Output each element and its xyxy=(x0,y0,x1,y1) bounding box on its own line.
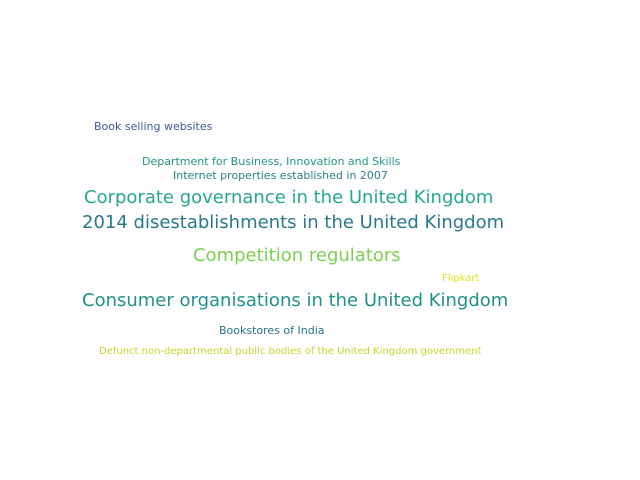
word-consumer-organisations: Consumer organisations in the United Kin… xyxy=(82,290,509,311)
word-cloud: Book selling websites Department for Bus… xyxy=(0,0,640,480)
word-flipkart: Flipkart xyxy=(442,273,480,284)
word-department-for-business: Department for Business, Innovation and … xyxy=(142,155,401,168)
word-internet-properties-2007: Internet properties established in 2007 xyxy=(173,169,388,182)
word-corporate-governance: Corporate governance in the United Kingd… xyxy=(84,187,494,208)
word-bookstores-of-india: Bookstores of India xyxy=(219,324,325,337)
word-defunct-non-departmental-bodies: Defunct non-departmental public bodies o… xyxy=(99,346,482,357)
word-book-selling-websites: Book selling websites xyxy=(94,120,213,133)
word-2014-disestablishments: 2014 disestablishments in the United Kin… xyxy=(82,212,505,233)
word-competition-regulators: Competition regulators xyxy=(193,245,401,266)
